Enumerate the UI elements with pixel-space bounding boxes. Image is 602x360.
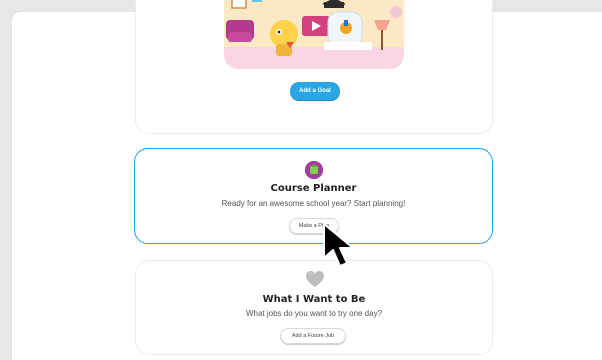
course-planner-subtitle: Ready for an awesome school year? Start … — [221, 199, 406, 208]
what-i-want-to-be-subtitle: What jobs do you want to try one day? — [245, 309, 383, 318]
goal-illustration — [224, 0, 404, 69]
mouse-cursor-icon — [322, 222, 358, 268]
add-future-job-button[interactable]: Add a Future Job — [280, 328, 346, 344]
course-planner-badge-icon — [305, 161, 323, 179]
course-planner-title: Course Planner — [270, 183, 357, 194]
app-window: Add a Goal Course Planner Ready for an a… — [11, 0, 602, 360]
goal-card: Add a Goal — [135, 0, 493, 134]
add-goal-button[interactable]: Add a Goal — [290, 82, 340, 100]
what-i-want-to-be-title: What I Want to Be — [262, 294, 366, 305]
heart-icon — [306, 271, 324, 288]
course-planner-card[interactable]: Course Planner Ready for an awesome scho… — [134, 148, 493, 244]
what-i-want-to-be-card: What I Want to Be What jobs do you want … — [135, 260, 493, 355]
